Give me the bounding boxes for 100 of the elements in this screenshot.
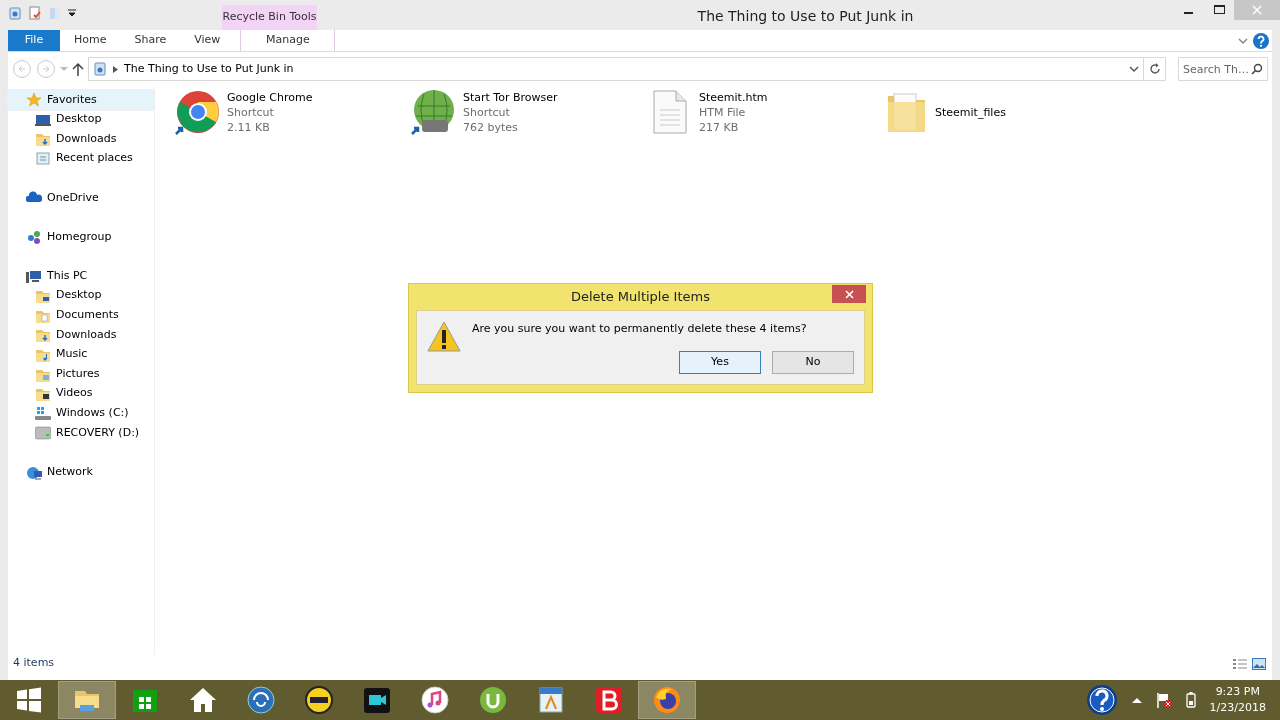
nav-item[interactable]: Homegroup: [8, 227, 154, 247]
nav-label: Pictures: [56, 365, 100, 382]
nav-item[interactable]: Desktop: [8, 109, 154, 130]
nav-item[interactable]: Pictures: [8, 364, 154, 384]
file-size: 217 KB: [699, 119, 740, 135]
flag-icon[interactable]: [1155, 692, 1172, 708]
dropdown-caret-icon[interactable]: [1129, 65, 1139, 73]
folder-icon: [35, 386, 51, 402]
music-note-icon[interactable]: [420, 685, 450, 715]
details-view-icon[interactable]: [1232, 657, 1247, 670]
file-name: Google Chrome: [227, 89, 313, 105]
file-name: Steemit_files: [935, 104, 1006, 120]
nav-item[interactable]: RECOVERY (D:): [8, 423, 154, 443]
dialog-button[interactable]: No: [772, 351, 854, 374]
nav-label: Recent places: [56, 150, 133, 167]
drive-icon: [35, 425, 51, 441]
file-type: Shortcut: [463, 104, 511, 120]
nav-label: Windows (C:): [56, 405, 129, 422]
ribbon-tab[interactable]: File: [8, 30, 60, 51]
nav-item[interactable]: This PC: [8, 266, 154, 286]
nav-label: Desktop: [56, 111, 102, 128]
nav-label: Music: [56, 346, 88, 363]
folder-icon: [35, 347, 51, 362]
network-icon: [26, 464, 42, 480]
properties-icon[interactable]: [28, 6, 42, 20]
clock[interactable]: 9:23 PM 1/23/2018: [1209, 684, 1266, 716]
letter-b-icon[interactable]: [594, 685, 624, 715]
close-button[interactable]: [832, 285, 866, 303]
file-name: Start Tor Browser: [463, 89, 558, 105]
refresh-icon[interactable]: [1148, 63, 1161, 75]
dialog-button[interactable]: Yes: [679, 351, 761, 374]
nav-item[interactable]: OneDrive: [8, 187, 154, 208]
search-icon[interactable]: [1251, 63, 1263, 75]
help-icon[interactable]: [1085, 684, 1118, 716]
dropdown-caret-icon[interactable]: [68, 9, 76, 17]
ribbon-tab[interactable]: Share: [120, 30, 181, 51]
refresh-button[interactable]: [1144, 57, 1166, 81]
ribbon-tab[interactable]: View: [180, 30, 235, 51]
file-type: HTM File: [699, 104, 747, 120]
item-count: 4 items: [13, 655, 55, 672]
clock-date: 1/23/2018: [1209, 700, 1266, 716]
nav-label: Documents: [56, 307, 119, 324]
file-name: Steemit.htm: [699, 89, 768, 105]
search-field[interactable]: Search Th…: [1178, 57, 1268, 81]
battery-icon[interactable]: [1185, 692, 1196, 708]
nav-label: Favorites: [47, 91, 97, 108]
homegroup-icon: [26, 229, 42, 245]
nav-label: Videos: [56, 385, 93, 402]
nav-label: This PC: [47, 267, 88, 284]
nav-item[interactable]: Network: [8, 462, 154, 482]
up-arrow-icon[interactable]: [72, 62, 84, 76]
file-item[interactable]: Steemit_files: [882, 90, 1118, 134]
contextual-tab-label: Recycle Bin Tools: [222, 5, 317, 30]
drive-icon: [35, 405, 51, 421]
chrome-logo-icon: [174, 88, 222, 136]
expand-ribbon-icon[interactable]: [1237, 36, 1248, 45]
nav-item[interactable]: Music: [8, 344, 154, 365]
file-item[interactable]: Google Chrome Shortcut 2.11 KB: [174, 90, 410, 134]
computer-icon: [26, 268, 42, 284]
nav-item[interactable]: Downloads: [8, 325, 154, 345]
ribbon-tab[interactable]: Manage: [240, 30, 336, 51]
address-path[interactable]: The Thing to Use to Put Junk in: [124, 60, 1123, 78]
large-icons-view-icon[interactable]: [1252, 657, 1266, 670]
nav-label: Downloads: [56, 130, 117, 147]
nav-item[interactable]: Videos: [8, 383, 154, 404]
document-icon[interactable]: [536, 685, 566, 715]
nav-label: Network: [47, 463, 93, 480]
breadcrumb-arrow-icon[interactable]: [113, 65, 118, 73]
folder-icon: [35, 288, 51, 304]
video-camera-icon[interactable]: [362, 685, 392, 715]
address-bar[interactable]: The Thing to Use to Put Junk in: [88, 57, 1144, 81]
nav-item[interactable]: Favorites: [8, 90, 154, 110]
nav-item[interactable]: Documents: [8, 305, 154, 326]
warning-icon: [427, 321, 461, 353]
dialog-message: Are you sure you want to permanently delete these 4 items?: [472, 321, 808, 337]
close-icon[interactable]: [844, 289, 854, 299]
home-icon[interactable]: [188, 685, 218, 715]
folder-icon: [35, 327, 51, 343]
file-size: 2.11 KB: [227, 119, 271, 135]
nav-label: OneDrive: [47, 189, 99, 206]
help-icon[interactable]: [1253, 32, 1270, 49]
swirl-icon[interactable]: [246, 685, 276, 715]
file-item[interactable]: Steemit.htm HTM File 217 KB: [646, 90, 882, 134]
file-item[interactable]: Start Tor Browser Shortcut 762 bytes: [410, 90, 646, 134]
nav-item[interactable]: Downloads: [8, 129, 154, 149]
firefox-icon[interactable]: [652, 685, 682, 715]
maximize-icon[interactable]: [1213, 5, 1225, 15]
torrent-icon[interactable]: [478, 685, 508, 715]
nav-label: Desktop: [56, 287, 102, 304]
windows-logo-icon[interactable]: [16, 687, 42, 713]
nav-label: Homegroup: [47, 228, 112, 245]
show-hidden-icons-icon[interactable]: [1131, 697, 1142, 703]
nav-label: Downloads: [56, 326, 117, 343]
nav-item[interactable]: Windows (C:): [8, 403, 154, 424]
clock-time: 9:23 PM: [1214, 684, 1261, 700]
nav-item[interactable]: Recent places: [8, 148, 154, 169]
window-title: The Thing to Use to Put Junk in: [696, 7, 915, 26]
taskbar-app[interactable]: [638, 681, 696, 719]
nav-item[interactable]: Desktop: [8, 285, 154, 306]
ribbon-tab[interactable]: Home: [60, 30, 121, 51]
